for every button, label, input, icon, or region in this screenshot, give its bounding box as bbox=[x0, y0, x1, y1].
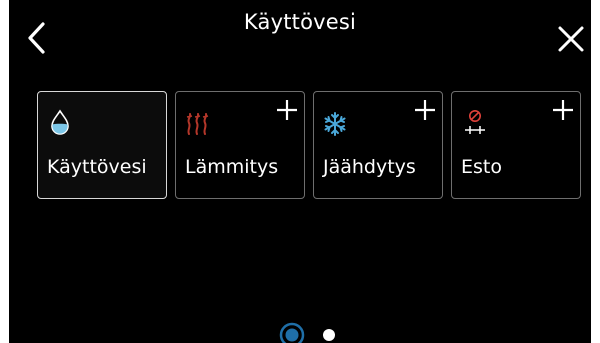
page-indicator bbox=[9, 320, 591, 343]
add-icon[interactable] bbox=[414, 99, 436, 121]
tile-label: Esto bbox=[461, 156, 502, 178]
tile-esto[interactable]: Esto bbox=[451, 91, 581, 199]
page-title: Käyttövesi bbox=[243, 10, 357, 34]
close-icon bbox=[558, 26, 584, 52]
page-dot-active[interactable] bbox=[279, 322, 305, 343]
add-icon[interactable] bbox=[276, 99, 298, 121]
tile-kayttovesi[interactable]: Käyttövesi bbox=[37, 91, 167, 199]
tile-label: Lämmitys bbox=[185, 156, 279, 178]
tile-jaahdytys[interactable]: Jäähdytys bbox=[313, 91, 443, 199]
close-button[interactable] bbox=[555, 22, 587, 56]
water-drop-icon bbox=[47, 108, 77, 138]
screen: Käyttövesi Käyttövesi Lämmitys Jäähdytys… bbox=[9, 0, 591, 343]
tile-label: Jäähdytys bbox=[323, 156, 416, 178]
tile-lammitys[interactable]: Lämmitys bbox=[175, 91, 305, 199]
snowflake-icon bbox=[323, 108, 353, 138]
page-dot[interactable] bbox=[323, 329, 335, 341]
add-icon[interactable] bbox=[552, 99, 574, 121]
block-icon bbox=[461, 108, 491, 138]
heating-waves-icon bbox=[185, 108, 215, 138]
tile-label: Käyttövesi bbox=[47, 156, 147, 178]
